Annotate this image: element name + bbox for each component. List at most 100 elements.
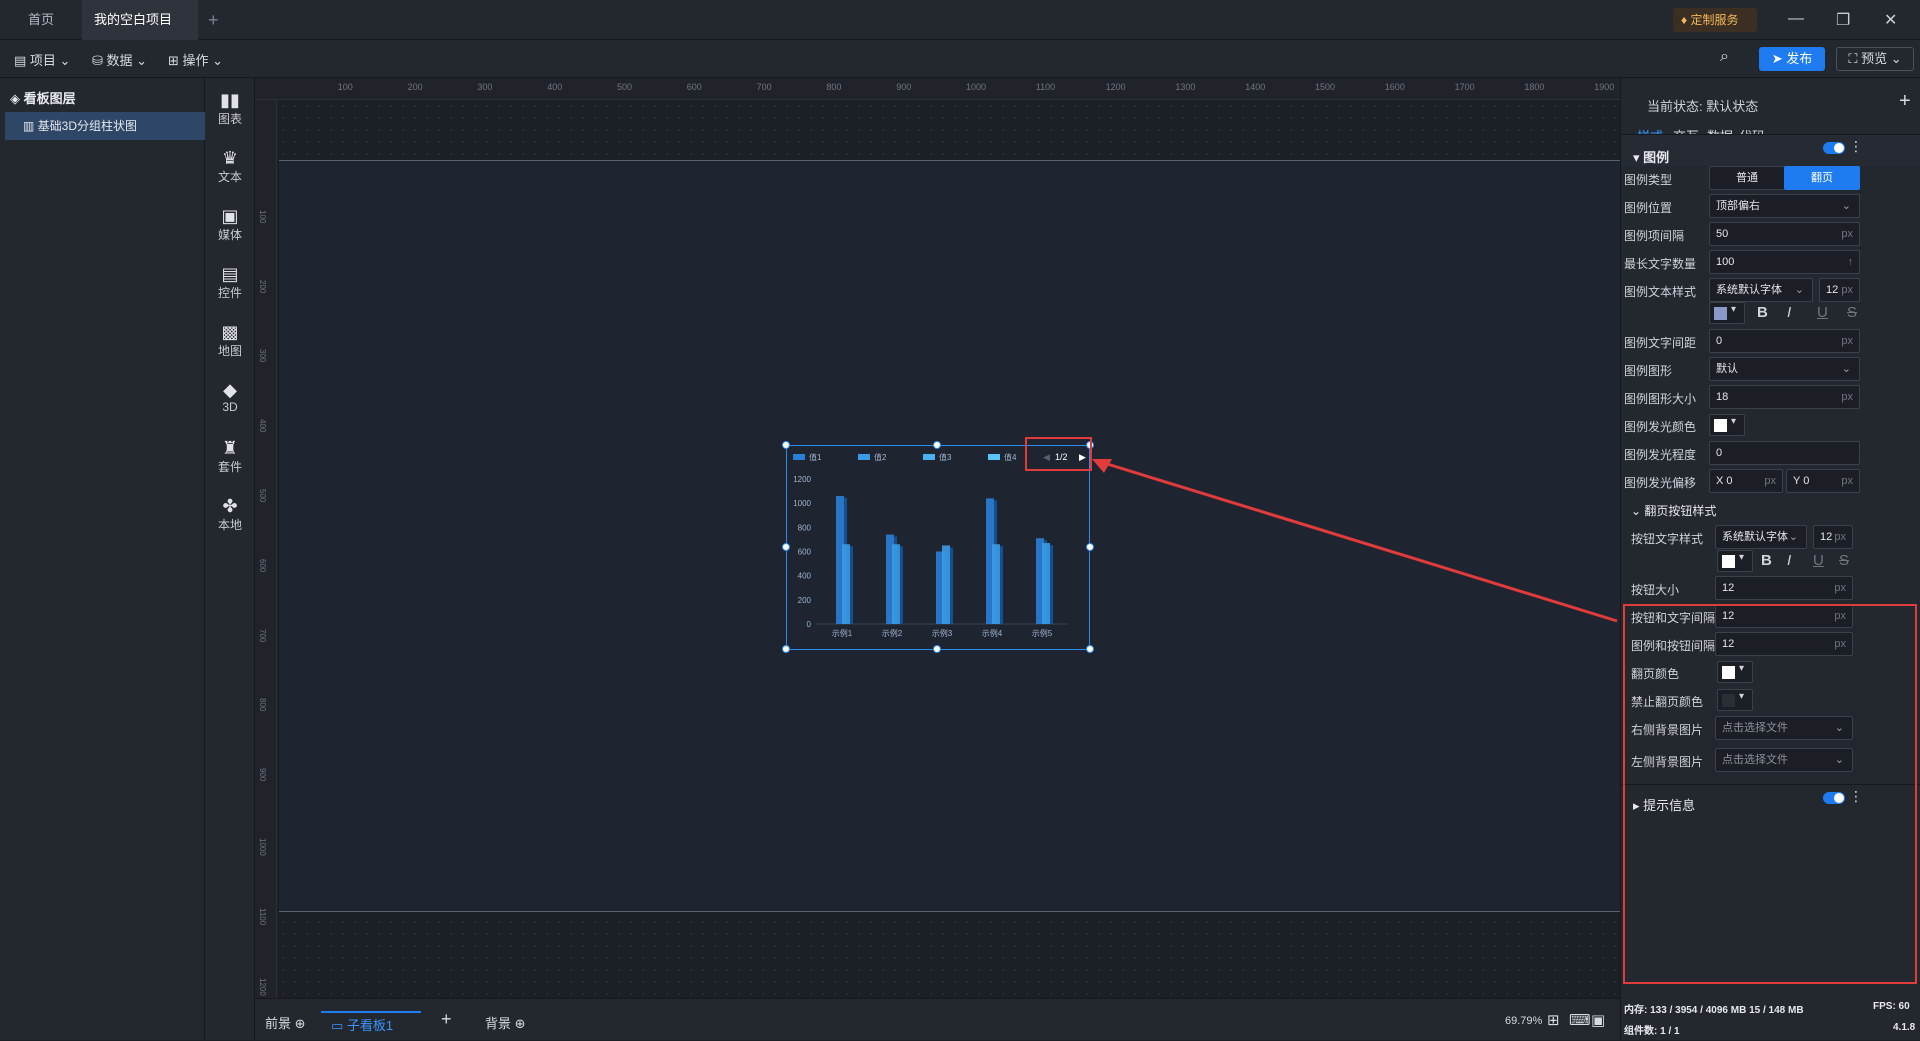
background-tab[interactable]: 背景 ⊕ bbox=[485, 1013, 526, 1032]
shape-size-input[interactable]: 18 px bbox=[1709, 385, 1860, 409]
glow-level-input[interactable]: 0 bbox=[1709, 441, 1860, 465]
btn-font-size-input[interactable]: 12 px bbox=[1813, 525, 1853, 549]
btn-underline-icon[interactable]: U bbox=[1813, 552, 1824, 569]
custom-service-button[interactable]: ♦ 定制服务 bbox=[1673, 8, 1757, 32]
btn-text-style-label: 按钮文字样式 bbox=[1631, 532, 1704, 546]
font-select[interactable]: 系统默认字体 ⌄ bbox=[1709, 278, 1813, 302]
resize-handle[interactable] bbox=[782, 441, 790, 449]
layer-item[interactable]: ▥ 基础3D分组柱状图 bbox=[5, 112, 205, 140]
menu-data[interactable]: ⛁ 数据 ⌄ bbox=[92, 50, 147, 69]
map-icon: ▩ bbox=[221, 322, 239, 342]
bar-chart: 值1 值2 值3 值4 ◀ 1/2 ▶120010008006004002000示例1 示例2… bbox=[793, 452, 1086, 638]
restore-icon[interactable]: ❐ bbox=[1836, 10, 1850, 30]
minimize-icon[interactable]: — bbox=[1788, 10, 1804, 28]
bar-side bbox=[850, 546, 853, 624]
row-legend-shape: 图例图形 默认 ⌄ bbox=[1621, 355, 1920, 383]
section-legend[interactable]: ▾ 图例 bbox=[1621, 134, 1920, 166]
resize-handle[interactable] bbox=[782, 645, 790, 653]
btn-bold-icon[interactable]: B bbox=[1761, 552, 1772, 569]
legend-toggle[interactable] bbox=[1823, 142, 1845, 154]
underline-icon[interactable]: U bbox=[1817, 304, 1828, 321]
ruler-tick-label: 500 bbox=[617, 82, 633, 92]
legend-gap-input[interactable]: 50 px bbox=[1709, 222, 1860, 246]
btn-size-input[interactable]: 12 px bbox=[1715, 576, 1853, 600]
ruler-tick-label: 200 bbox=[258, 279, 267, 293]
tab-project[interactable]: 我的空白项目 bbox=[82, 0, 198, 65]
more-icon[interactable]: ⋮ bbox=[1849, 138, 1863, 155]
strikethrough-icon[interactable]: S bbox=[1847, 304, 1857, 321]
legend-type-pager[interactable]: 翻页 bbox=[1784, 166, 1860, 190]
add-state-icon[interactable]: + bbox=[1899, 90, 1911, 113]
publish-button[interactable]: ➤ 发布 bbox=[1759, 47, 1825, 71]
legend-label: 值3 bbox=[939, 452, 952, 462]
category-media[interactable]: ▣ 媒体 bbox=[205, 206, 255, 243]
annotation-arrow bbox=[1092, 459, 1618, 623]
preview-button[interactable]: ⛶ 预览 ⌄ bbox=[1836, 47, 1914, 71]
x-tick-label: 示例3 bbox=[932, 628, 953, 638]
tab-home[interactable]: 首页 bbox=[16, 0, 66, 40]
section-pager-style[interactable]: ⌄ 翻页按钮样式 bbox=[1631, 502, 1716, 519]
bold-icon[interactable]: B bbox=[1757, 304, 1768, 321]
close-icon[interactable]: ✕ bbox=[1884, 10, 1897, 30]
foreground-tab[interactable]: 前景 ⊕ bbox=[265, 1013, 306, 1032]
memory-status: 内存: 133 / 3954 / 4096 MB 15 / 148 MB bbox=[1624, 1005, 1804, 1016]
category-kit[interactable]: ♜ 套件 bbox=[205, 438, 255, 475]
shape-size-label: 图例图形大小 bbox=[1624, 392, 1697, 406]
row-glow-offset: 图例发光偏移 X 0 px Y 0 px bbox=[1621, 467, 1920, 495]
row-glow-color: 图例发光颜色 ▾ bbox=[1621, 411, 1920, 439]
legend-gap-label: 图例项间隔 bbox=[1624, 229, 1685, 243]
category-3d[interactable]: ◆ 3D bbox=[205, 380, 255, 414]
menu-operate[interactable]: ⊞ 操作 ⌄ bbox=[168, 50, 223, 69]
ruler-vertical: 100 200 300 400 500 600 700 800 900 1000 1100 1200 bbox=[255, 100, 277, 998]
glow-offset-y[interactable]: Y 0 px bbox=[1786, 469, 1860, 493]
max-text-input[interactable]: 100 ↑ bbox=[1709, 250, 1860, 274]
category-map[interactable]: ▩ 地图 bbox=[205, 322, 255, 359]
zoom-level[interactable]: 69.79% bbox=[1505, 1015, 1542, 1027]
state-label: 当前状态: 默认状态 bbox=[1647, 99, 1759, 114]
btn-italic-icon[interactable]: I bbox=[1787, 552, 1791, 569]
italic-icon[interactable]: I bbox=[1787, 304, 1791, 321]
glow-offset-x[interactable]: X 0 px bbox=[1709, 469, 1783, 493]
text-spacing-input[interactable]: 0 px bbox=[1709, 329, 1860, 353]
legend-shape-select[interactable]: 默认 ⌄ bbox=[1709, 357, 1860, 381]
search-icon[interactable]: ⌕ bbox=[1720, 48, 1729, 66]
add-tab-icon[interactable]: + bbox=[208, 10, 219, 31]
glow-color-picker[interactable]: ▾ bbox=[1709, 414, 1745, 436]
resize-handle[interactable] bbox=[1086, 645, 1094, 653]
cube-icon: ◆ bbox=[223, 380, 237, 400]
resize-handle[interactable] bbox=[933, 441, 941, 449]
ruler-tick-label: 100 bbox=[337, 82, 353, 92]
text-color-picker[interactable]: ▾ bbox=[1709, 302, 1745, 324]
category-local[interactable]: ✤ 本地 bbox=[205, 496, 255, 533]
resize-handle[interactable] bbox=[782, 543, 790, 551]
subboard-tab[interactable]: ▭ 子看板1 bbox=[321, 1011, 421, 1041]
terminal-icon[interactable]: ▣ bbox=[1591, 1011, 1605, 1029]
category-chart[interactable]: ▮▮ 图表 bbox=[205, 90, 255, 127]
category-text[interactable]: ♛ 文本 bbox=[205, 148, 255, 185]
chart-widget[interactable]: 值1 值2 值3 值4 ◀ 1/2 ▶ 1200 1000 800 600 400 200 0 示例1 示例2… bbox=[786, 445, 1090, 650]
legend-swatch bbox=[988, 454, 1000, 460]
ruler-tick-label: 400 bbox=[547, 82, 563, 92]
btn-text-color-picker[interactable]: ▾ bbox=[1717, 550, 1753, 572]
add-board-icon[interactable]: + bbox=[441, 1009, 452, 1030]
btn-strikethrough-icon[interactable]: S bbox=[1839, 552, 1849, 569]
row-legend-type: 图例类型 普通 翻页 bbox=[1621, 164, 1920, 192]
resize-handle[interactable] bbox=[933, 645, 941, 653]
bar bbox=[992, 544, 1000, 624]
legend-type-normal[interactable]: 普通 bbox=[1709, 166, 1785, 190]
ruler-tick-label: 1300 bbox=[1175, 82, 1196, 92]
menu-project[interactable]: ▤ 项目 ⌄ bbox=[14, 50, 70, 69]
fit-screen-icon[interactable]: ⊞ bbox=[1547, 1011, 1560, 1029]
ruler-tick-label: 300 bbox=[258, 349, 267, 363]
btn-font-select[interactable]: 系统默认字体 ⌄ bbox=[1715, 525, 1807, 549]
keyboard-icon[interactable]: ⌨ bbox=[1569, 1011, 1591, 1029]
ruler-tick-label: 1600 bbox=[1384, 82, 1405, 92]
pager-highlight bbox=[1025, 437, 1092, 471]
legend-position-label: 图例位置 bbox=[1624, 201, 1673, 215]
category-control[interactable]: ▤ 控件 bbox=[205, 264, 255, 301]
ruler-tick-label: 1800 bbox=[1524, 82, 1545, 92]
font-size-input[interactable]: 12 px bbox=[1819, 278, 1860, 302]
row-legend-position: 图例位置 顶部偏右 ⌄ bbox=[1621, 192, 1920, 220]
bar bbox=[892, 544, 900, 624]
legend-position-select[interactable]: 顶部偏右 ⌄ bbox=[1709, 194, 1860, 218]
